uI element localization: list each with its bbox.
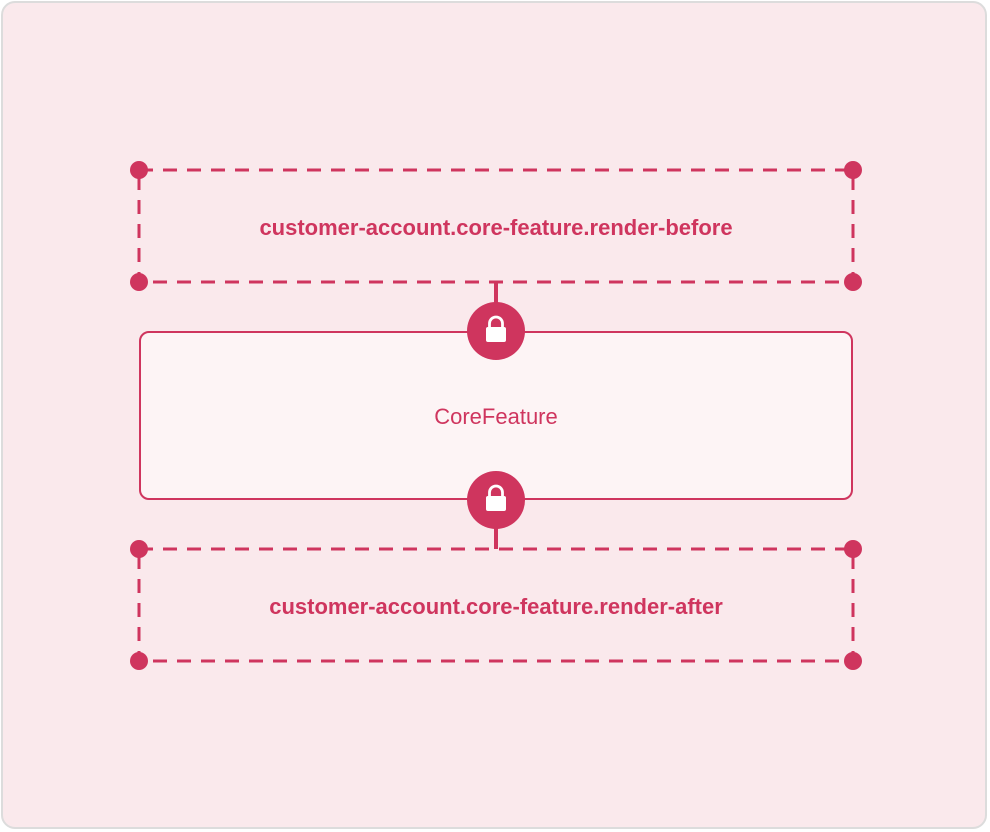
lock-icon (467, 471, 525, 529)
render-before-label: customer-account.core-feature.render-bef… (259, 215, 732, 240)
corner-handle (130, 540, 148, 558)
corner-handle (130, 161, 148, 179)
extension-target-diagram: customer-account.core-feature.render-bef… (130, 161, 862, 670)
corner-handle (130, 273, 148, 291)
core-feature-label: CoreFeature (434, 404, 558, 429)
corner-handle (844, 652, 862, 670)
render-after-label: customer-account.core-feature.render-aft… (269, 594, 723, 619)
render-before-target: customer-account.core-feature.render-bef… (130, 161, 862, 291)
render-after-target: customer-account.core-feature.render-aft… (130, 540, 862, 670)
lock-icon (467, 302, 525, 360)
corner-handle (844, 161, 862, 179)
corner-handle (844, 273, 862, 291)
corner-handle (130, 652, 148, 670)
corner-handle (844, 540, 862, 558)
